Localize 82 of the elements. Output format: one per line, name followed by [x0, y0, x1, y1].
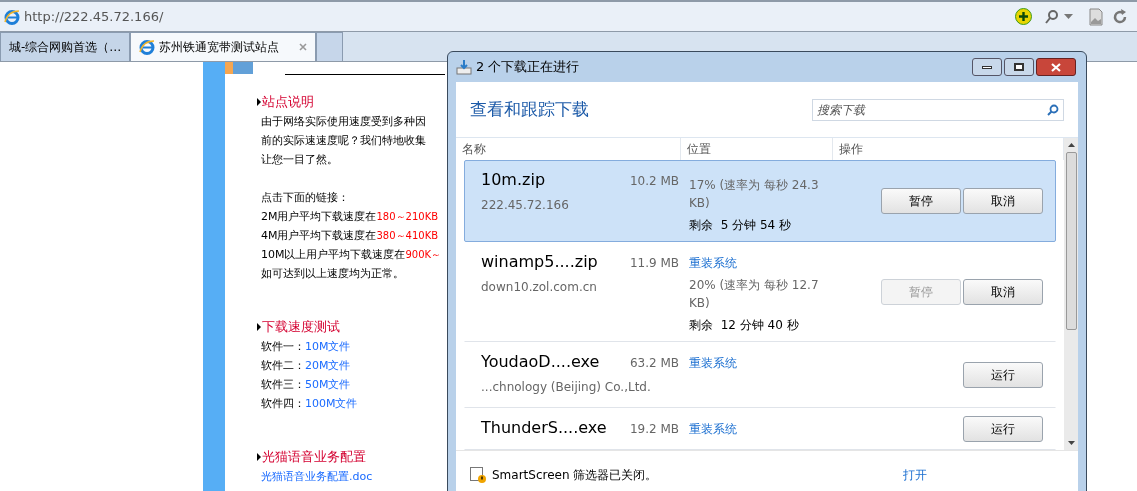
close-icon	[1051, 62, 1061, 72]
body-text: 4M用户平均下载速度在	[261, 228, 377, 244]
browser-logo-icon	[139, 39, 156, 55]
minimize-button[interactable]	[972, 58, 1002, 76]
scroll-up-icon[interactable]	[1067, 143, 1075, 147]
scroll-thumb[interactable]	[1065, 152, 1077, 330]
maximize-button[interactable]	[1004, 58, 1034, 76]
smartscreen-message: SmartScreen 筛选器已关闭。	[492, 466, 658, 484]
body-text: 900K～	[405, 248, 442, 262]
scrollbar[interactable]	[1064, 138, 1078, 450]
progress-text: 20% (速率为 每秒 12.7 KB)	[689, 277, 820, 312]
remaining-time: 剩余 12 分钟 40 秒	[689, 317, 800, 334]
download-row[interactable]: YoudaoD....exe 63.2 MB ...chnology (Beijing) Co.,Ltd. 重装系统 运行	[464, 342, 1056, 408]
download-row[interactable]: 10m.zip 10.2 MB 222.45.72.166 17% (速率为 每秒 24.3 KB) 剩余 5 分钟 54 秒 暂停 取消	[464, 160, 1056, 242]
search-field[interactable]: 搜索下载	[812, 98, 1064, 121]
action-button[interactable]: 取消	[963, 188, 1043, 214]
turn-on-link[interactable]: 打开	[903, 465, 928, 484]
download-icon	[456, 59, 472, 75]
shield-warning-icon	[470, 466, 486, 483]
section-title: 下载速度测试	[262, 318, 340, 336]
browser-logo-icon	[4, 8, 20, 25]
body-text: 让您一目了然。	[261, 152, 338, 168]
file-name: 10m.zip	[481, 169, 546, 191]
section-title: 光猫语音业务配置	[262, 448, 366, 466]
bullet-icon	[257, 98, 261, 106]
body-text: 10M以上用户平均下载速度在	[261, 247, 406, 263]
body-text: 由于网络实际使用速度受到多种因	[261, 114, 426, 130]
remaining-time: 剩余 5 分钟 54 秒	[689, 217, 792, 234]
scroll-down-icon[interactable]	[1067, 441, 1075, 445]
browser-tab[interactable]: 苏州铁通宽带测试站点	[130, 32, 317, 61]
file-source: 222.45.72.166	[481, 197, 569, 214]
progress-text: 17% (速率为 每秒 24.3 KB)	[689, 177, 820, 212]
minimize-icon	[982, 65, 992, 69]
body-text: 前的实际速速度呢？我们特地收集	[261, 133, 426, 149]
file-link[interactable]: 20M文件	[305, 356, 351, 375]
file-name: winamp5....zip	[481, 251, 598, 273]
file-name: YoudaoD....exe	[481, 351, 600, 373]
location-link[interactable]: 重装系统	[689, 354, 737, 372]
dialog-title: 2 个下载正在进行	[476, 58, 580, 77]
body-text: 软件四：	[261, 396, 305, 412]
file-size: 19.2 MB	[629, 421, 679, 438]
close-icon[interactable]	[299, 43, 308, 51]
body-text: 如可达到以上速度均为正常。	[261, 266, 404, 282]
refresh-icon[interactable]	[1111, 7, 1129, 26]
body-text: 软件一：	[261, 339, 305, 355]
search-icon[interactable]	[1047, 103, 1059, 116]
file-size: 10.2 MB	[629, 173, 679, 190]
action-button[interactable]: 暂停	[881, 188, 961, 214]
location-link[interactable]: 重装系统	[689, 420, 737, 438]
tab-title: 城-综合网购首选（…	[9, 39, 122, 56]
maximize-icon	[1014, 63, 1024, 71]
file-link[interactable]: 光猫语音业务配置.doc	[261, 467, 373, 486]
file-link[interactable]: 100M文件	[305, 394, 358, 413]
url-text[interactable]: http://222.45.72.166/	[24, 6, 164, 27]
browser-tab[interactable]: 城-综合网购首选（…	[0, 32, 131, 61]
action-button[interactable]: 运行	[963, 362, 1043, 388]
bullet-icon	[257, 323, 261, 331]
body-text: 软件三：	[261, 377, 305, 393]
body-text: 380～410KB	[376, 229, 439, 243]
file-link[interactable]: 10M文件	[305, 337, 351, 356]
logo-drawing	[225, 62, 253, 74]
file-size: 11.9 MB	[629, 255, 679, 272]
body-text: 点击下面的链接：	[261, 190, 349, 206]
file-link[interactable]: 50M文件	[305, 375, 351, 394]
action-button[interactable]: 运行	[963, 416, 1043, 442]
bullet-icon	[257, 453, 261, 461]
add-icon[interactable]	[1015, 8, 1032, 25]
file-size: 63.2 MB	[629, 355, 679, 372]
action-button[interactable]: 取消	[963, 279, 1043, 305]
location-link[interactable]: 重装系统	[689, 254, 737, 272]
body-text: 软件二：	[261, 358, 305, 374]
tab-title: 苏州铁通宽带测试站点	[159, 39, 280, 56]
section-title: 站点说明	[262, 93, 314, 111]
file-source: ...chnology (Beijing) Co.,Ltd.	[481, 379, 651, 396]
body-text: 180～210KB	[376, 210, 439, 224]
search-icon[interactable]	[1044, 8, 1060, 25]
caret-icon[interactable]	[1064, 13, 1073, 20]
file-name: ThunderS....exe	[481, 417, 607, 439]
file-source: down10.zol.com.cn	[481, 279, 597, 296]
body-text: 2M用户平均下载速度在	[261, 209, 377, 225]
dialog-heading: 查看和跟踪下载	[470, 97, 589, 121]
close-button[interactable]	[1036, 58, 1076, 76]
